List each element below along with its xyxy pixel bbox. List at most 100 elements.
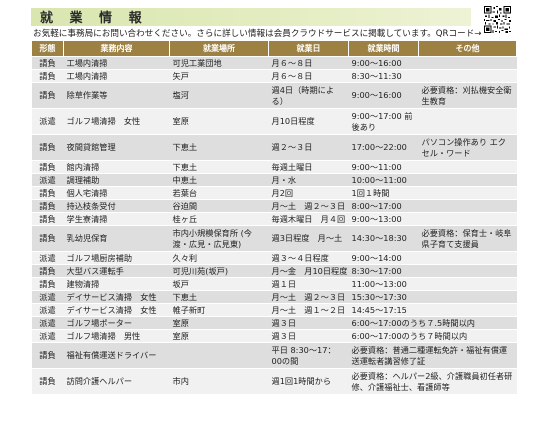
cell-hours: 11:00～13:00: [348, 277, 419, 291]
table-row: 請負 館内清掃 下恵土 毎週土曜日 9:00～11:00: [31, 160, 517, 174]
cell-place: 帷子新町: [169, 303, 269, 317]
cell-other: [418, 199, 517, 213]
cell-place: 室原: [169, 108, 269, 135]
cell-hours: 9:00～16:00: [348, 56, 419, 70]
cell-type: 請負: [31, 342, 64, 369]
table-row: 派遣 ゴルフ場厨房補助 久々利 週３～４日程度 9:00～14:00: [31, 251, 517, 265]
table-row: 派遣 デイサービス清掃 女性 下恵土 月～土 週２～３日 15:30～17:30: [31, 290, 517, 304]
cell-hours: 9:00～13:00: [348, 212, 419, 226]
table-row: 請負 夜間貸館管理 下恵土 週２～３日 17:00～22:00 パソコン操作あり エクセル…: [31, 134, 517, 161]
cell-other: [418, 69, 517, 83]
cell-days: 月６～８日: [268, 56, 349, 70]
cell-type: 請負: [31, 134, 64, 161]
cell-days: 週２～３日: [268, 134, 349, 161]
qr-code-icon[interactable]: [484, 6, 511, 33]
cell-place: 市内小規模保育所 (今渡・広見・広見東): [169, 225, 269, 252]
column-header-other: その他: [418, 40, 517, 57]
cell-place: 下恵土: [169, 160, 269, 174]
table-row: 請負 工場内清掃 矢戸 月６～８日 8:30～11:30: [31, 69, 517, 83]
cell-job: 学生寮清掃: [63, 212, 170, 226]
cell-days: 月～土 週２～３日: [268, 290, 349, 304]
cell-place: 中恵土: [169, 173, 269, 187]
cell-days: 週３日: [268, 316, 349, 330]
cell-other: [418, 212, 517, 226]
cell-type: 請負: [31, 277, 64, 291]
cell-hours: 6:00～17:00のうち７時間以内: [348, 329, 517, 343]
table-row: 請負 工場内清掃 可児工業団地 月６～８日 9:00～16:00: [31, 56, 517, 70]
cell-job: デイサービス清掃 女性: [63, 303, 170, 317]
cell-other: [418, 56, 517, 70]
cell-hours: 必要資格：普通二種運転免許・福祉有償運送運転者講習修了証: [348, 342, 517, 369]
column-header-type: 形態: [31, 40, 64, 57]
cell-days: 月10日程度: [268, 108, 349, 135]
cell-job: 大型バス運転手: [63, 264, 170, 278]
table-row: 請負 訪問介護ヘルパー 市内 週1回1時間から 必要資格：ヘルパー2級、介護職員初任者研…: [31, 368, 517, 395]
cell-job: 持込枝条受付: [63, 199, 170, 213]
cell-other: [418, 160, 517, 174]
cell-type: 請負: [31, 82, 64, 109]
cell-place: 可児川苑(坂戸): [169, 264, 269, 278]
cell-days: 月～土 週１～２日: [268, 303, 349, 317]
cell-hours: 8:30～11:30: [348, 69, 419, 83]
cell-other: [418, 186, 517, 200]
cell-hours: 1回１時間: [348, 186, 419, 200]
cell-place: 可児工業団地: [169, 56, 269, 70]
column-header-days: 就業日: [268, 40, 349, 57]
cell-hours: 17:00～22:00: [348, 134, 419, 161]
cell-hours: 8:30～17:00: [348, 264, 419, 278]
table-row: 請負 建物清掃 坂戸 週１日 11:00～13:00: [31, 277, 517, 291]
cell-hours: 14:45～17:15: [348, 303, 419, 317]
cell-hours: 必要資格：ヘルパー2級、介護職員初任者研修、介護福祉士、看護師等: [348, 368, 517, 395]
cell-job: 訪問介護ヘルパー: [63, 368, 170, 395]
intro-text: お気軽に事務局にお問い合わせください。さらに詳しい情報は会員クラウドサービスに掲…: [33, 29, 482, 39]
table-row: 派遣 ゴルフ場清掃 女性 室原 月10日程度 9:00～17:00 前後あり: [31, 108, 517, 135]
job-table: 形態 業務内容 就業場所 就業日 就業時間 その他 請負 工場内清掃 可児工業団地月…: [31, 40, 517, 395]
cell-type: 派遣: [31, 173, 64, 187]
cell-other: 必要資格：刈払機安全衛生教育: [418, 82, 517, 109]
cell-days: 週3日程度 月～土: [268, 225, 349, 252]
cell-type: 請負: [31, 69, 64, 83]
cell-hours: 9:00～17:00 前後あり: [348, 108, 419, 135]
cell-hours: 10:00～11:00: [348, 173, 419, 187]
cell-job: 個人宅清掃: [63, 186, 170, 200]
cell-other: [418, 303, 517, 317]
column-header-job: 業務内容: [63, 40, 170, 57]
cell-hours: 6:00～17:00のうち７.5時間以内: [348, 316, 517, 330]
cell-type: 派遣: [31, 290, 64, 304]
cell-days: 週３～４日程度: [268, 251, 349, 265]
table-row: 請負 個人宅清掃 若葉台 月2回 1回１時間: [31, 186, 517, 200]
cell-other: [418, 108, 517, 135]
cell-days: 平日 8:30～17：00の間: [268, 342, 349, 369]
cell-job: 福祉有償運送ドライバー: [63, 342, 170, 369]
cell-type: 請負: [31, 186, 64, 200]
cell-job: 調理補助: [63, 173, 170, 187]
cell-place: 谷迫間: [169, 199, 269, 213]
cell-hours: 8:00～17:00: [348, 199, 419, 213]
cell-type: 請負: [31, 212, 64, 226]
cell-other: [418, 277, 517, 291]
cell-job: ゴルフ場厨房補助: [63, 251, 170, 265]
cell-type: 派遣: [31, 316, 64, 330]
column-header-hours: 就業時間: [348, 40, 419, 57]
cell-other: [418, 264, 517, 278]
cell-job: デイサービス清掃 女性: [63, 290, 170, 304]
cell-type: 派遣: [31, 108, 64, 135]
cell-place: 坂戸: [169, 277, 269, 291]
table-row: 請負 乳幼児保育 市内小規模保育所 (今渡・広見・広見東) 週3日程度 月～土 14:3…: [31, 225, 517, 252]
cell-other: [418, 290, 517, 304]
cell-type: 派遣: [31, 329, 64, 343]
table-row: 請負 福祉有償運送ドライバー 平日 8:30～17：00の間 必要資格：普通二種運転免…: [31, 342, 517, 369]
cell-hours: 9:00～11:00: [348, 160, 419, 174]
cell-days: 週１日: [268, 277, 349, 291]
cell-place: 久々利: [169, 251, 269, 265]
cell-place: 市内: [169, 368, 269, 395]
cell-place: 室原: [169, 316, 269, 330]
table-row: 派遣 ゴルフ場清掃 男性 室原 週３日 6:00～17:00のうち７時間以内: [31, 329, 517, 343]
cell-days: 月～金 月10日程度: [268, 264, 349, 278]
cell-days: 毎週土曜日: [268, 160, 349, 174]
cell-days: 週1回1時間から: [268, 368, 349, 395]
cell-place: 矢戸: [169, 69, 269, 83]
cell-type: 請負: [31, 225, 64, 252]
cell-days: 週4日（時期による）: [268, 82, 349, 109]
cell-days: 月～土 週２～３日: [268, 199, 349, 213]
